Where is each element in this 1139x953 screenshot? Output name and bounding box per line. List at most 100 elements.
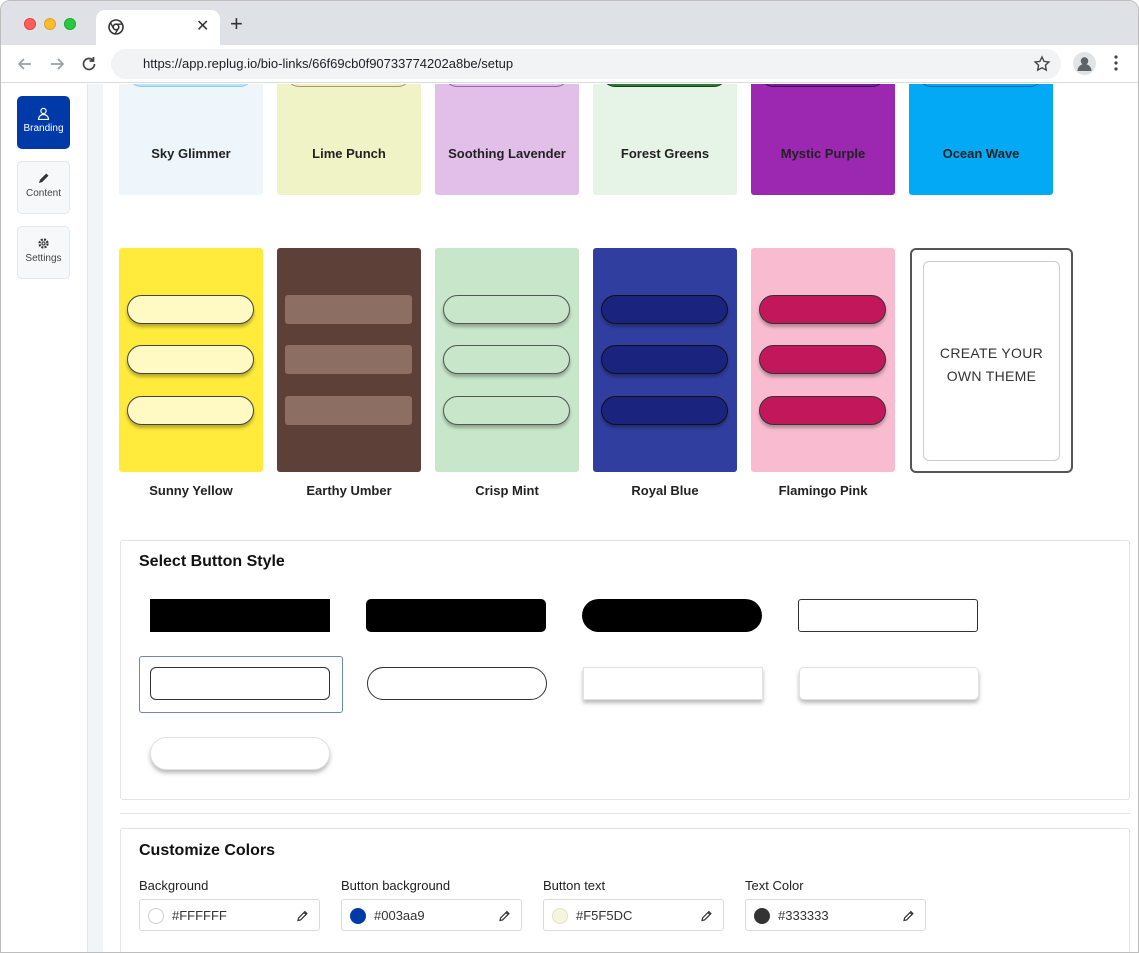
eyedropper-icon[interactable] bbox=[296, 909, 309, 922]
theme-preview bbox=[909, 84, 1053, 195]
theme-preview-button bbox=[443, 84, 570, 87]
color-input[interactable]: #FFFFFF bbox=[139, 899, 320, 931]
theme-preview-button bbox=[759, 345, 886, 374]
sidebar-item-label: Settings bbox=[25, 253, 62, 264]
maximize-window-button[interactable] bbox=[64, 18, 76, 30]
customize-colors-panel: Customize Colors bbox=[120, 828, 1130, 952]
theme-preview bbox=[119, 248, 263, 472]
theme-preview-button bbox=[285, 345, 412, 374]
browser-window: ✕ + https://app.replug.io/bio-links/66f6… bbox=[0, 0, 1139, 953]
theme-name-label: Forest Greens bbox=[620, 146, 710, 161]
eyedropper-icon[interactable] bbox=[498, 909, 511, 922]
theme-preview-button bbox=[759, 396, 886, 425]
button-style-option-5[interactable] bbox=[150, 667, 330, 700]
create-theme-inner: CREATE YOUR OWN THEME bbox=[923, 261, 1060, 461]
color-swatch[interactable] bbox=[552, 908, 568, 924]
theme-preview bbox=[435, 248, 579, 472]
eyedropper-icon[interactable] bbox=[902, 909, 915, 922]
color-value: #FFFFFF bbox=[172, 908, 227, 923]
close-window-button[interactable] bbox=[24, 18, 36, 30]
color-field-label: Text Color bbox=[745, 878, 804, 893]
theme-preview-button bbox=[601, 84, 728, 87]
theme-preview-button bbox=[127, 295, 254, 324]
button-style-option-2[interactable] bbox=[366, 599, 546, 632]
color-swatch[interactable] bbox=[148, 908, 164, 924]
color-input[interactable]: #003aa9 bbox=[341, 899, 522, 931]
theme-preview-button bbox=[285, 84, 412, 87]
close-tab-icon[interactable]: ✕ bbox=[196, 17, 209, 37]
theme-preview-button bbox=[443, 345, 570, 374]
new-tab-icon[interactable]: + bbox=[230, 13, 243, 35]
theme-preview bbox=[119, 84, 263, 195]
theme-name-label: Earthy Umber bbox=[306, 483, 392, 498]
button-style-option-9[interactable] bbox=[150, 737, 330, 770]
theme-preview bbox=[593, 248, 737, 472]
create-own-theme-card[interactable]: CREATE YOUR OWN THEME bbox=[910, 248, 1073, 473]
browser-toolbar: https://app.replug.io/bio-links/66f69cb0… bbox=[1, 45, 1138, 83]
color-swatch[interactable] bbox=[350, 908, 366, 924]
theme-name-label: Ocean Wave bbox=[942, 146, 1020, 161]
theme-preview-button bbox=[759, 295, 886, 324]
browser-menu-icon[interactable] bbox=[1108, 53, 1124, 73]
color-input[interactable]: #F5F5DC bbox=[543, 899, 724, 931]
left-sidebar: Branding Content Settings bbox=[1, 84, 87, 952]
reload-icon[interactable] bbox=[78, 53, 100, 75]
theme-preview bbox=[277, 84, 421, 195]
theme-name-label: Sky Glimmer bbox=[151, 146, 231, 161]
create-theme-label: CREATE YOUR OWN THEME bbox=[939, 345, 1044, 384]
theme-preview-button bbox=[127, 345, 254, 374]
button-style-option-1[interactable] bbox=[150, 599, 330, 632]
theme-preview-button bbox=[443, 295, 570, 324]
main-content: Sky Glimmer Lime Punch Soothing Lavender Fo… bbox=[104, 84, 1138, 952]
theme-name-label: Sunny Yellow bbox=[149, 483, 233, 498]
theme-name-label: Royal Blue bbox=[631, 483, 699, 498]
theme-preview-button bbox=[917, 84, 1044, 87]
theme-preview-button bbox=[285, 396, 412, 425]
theme-preview-button bbox=[127, 396, 254, 425]
sidebar-item-content[interactable]: Content bbox=[17, 161, 70, 214]
chrome-icon bbox=[108, 19, 124, 35]
button-style-option-8[interactable] bbox=[799, 667, 979, 700]
button-style-option-3[interactable] bbox=[582, 599, 762, 632]
theme-preview-button bbox=[285, 295, 412, 324]
bookmark-star-icon[interactable] bbox=[1033, 55, 1051, 73]
address-bar[interactable]: https://app.replug.io/bio-links/66f69cb0… bbox=[111, 49, 1061, 79]
theme-preview-button bbox=[601, 295, 728, 324]
color-input[interactable]: #333333 bbox=[745, 899, 926, 931]
pencil-icon bbox=[39, 173, 49, 183]
customize-colors-title: Customize Colors bbox=[139, 842, 276, 859]
forward-icon[interactable] bbox=[46, 53, 68, 75]
color-field-label: Button background bbox=[341, 878, 451, 893]
tab-strip: ✕ + bbox=[1, 1, 1138, 45]
url-text: https://app.replug.io/bio-links/66f69cb0… bbox=[143, 56, 514, 71]
theme-name-label: Flamingo Pink bbox=[778, 483, 868, 498]
theme-name-label: Lime Punch bbox=[312, 146, 386, 161]
theme-preview-button bbox=[127, 84, 254, 87]
button-style-option-4[interactable] bbox=[798, 599, 978, 632]
theme-preview bbox=[277, 248, 421, 472]
color-value: #333333 bbox=[778, 908, 829, 923]
theme-preview bbox=[593, 84, 737, 195]
theme-preview bbox=[435, 84, 579, 195]
theme-preview bbox=[751, 248, 895, 472]
theme-name-label: Soothing Lavender bbox=[448, 146, 566, 161]
color-swatch[interactable] bbox=[754, 908, 770, 924]
sidebar-item-branding[interactable]: Branding bbox=[17, 96, 70, 149]
theme-name-label: Crisp Mint bbox=[475, 483, 539, 498]
sidebar-item-label: Branding bbox=[23, 123, 64, 134]
button-style-option-7[interactable] bbox=[583, 667, 763, 700]
theme-preview-button bbox=[601, 396, 728, 425]
eyedropper-icon[interactable] bbox=[700, 909, 713, 922]
theme-preview-button bbox=[443, 396, 570, 425]
profile-avatar-icon[interactable] bbox=[1073, 52, 1096, 75]
button-style-title: Select Button Style bbox=[139, 553, 285, 570]
page-viewport: Branding Content Settings Sky Glimmer Lim… bbox=[1, 84, 1138, 952]
button-style-option-6[interactable] bbox=[367, 667, 547, 700]
browser-tab[interactable]: ✕ bbox=[96, 10, 220, 45]
section-divider bbox=[120, 813, 1130, 814]
back-icon[interactable] bbox=[14, 53, 36, 75]
color-value: #003aa9 bbox=[374, 908, 425, 923]
minimize-window-button[interactable] bbox=[44, 18, 56, 30]
sidebar-item-settings[interactable]: Settings bbox=[17, 226, 70, 279]
theme-preview-button bbox=[759, 84, 886, 87]
